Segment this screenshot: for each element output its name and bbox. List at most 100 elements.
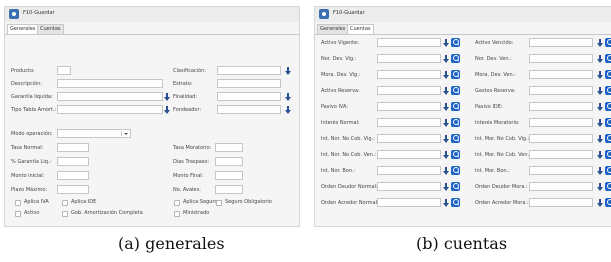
input-activo-vigente[interactable] xyxy=(377,38,441,47)
input-garantia-liq[interactable] xyxy=(57,157,89,166)
checkbox-aplica-iva[interactable] xyxy=(15,200,21,206)
input-mora-dev-vig[interactable] xyxy=(377,70,441,79)
lookup-arrow-icon[interactable] xyxy=(443,103,449,111)
search-icon[interactable] xyxy=(605,118,611,127)
lookup-arrow-icon[interactable] xyxy=(164,106,170,114)
lookup-arrow-icon[interactable] xyxy=(597,103,603,111)
search-icon[interactable] xyxy=(451,150,460,159)
search-icon[interactable] xyxy=(605,54,611,63)
input-orden-acredor-normal[interactable] xyxy=(377,198,441,207)
input-plazo-maximo[interactable] xyxy=(57,185,89,194)
input-producto[interactable] xyxy=(57,66,71,75)
input-monto-inicial[interactable] xyxy=(57,171,89,180)
lookup-arrow-icon[interactable] xyxy=(597,167,603,175)
input-orden-deudor-mora[interactable] xyxy=(529,182,593,191)
search-icon[interactable] xyxy=(451,166,460,175)
checkbox-seguro-obligatorio[interactable] xyxy=(216,200,222,206)
input-activo-reserva[interactable] xyxy=(377,86,441,95)
input-estrato[interactable] xyxy=(217,79,281,88)
search-icon[interactable] xyxy=(451,182,460,191)
input-int-nor-no-cob-vig[interactable] xyxy=(377,134,441,143)
lookup-arrow-icon[interactable] xyxy=(285,67,291,75)
lookup-arrow-icon[interactable] xyxy=(443,119,449,127)
search-icon[interactable] xyxy=(451,118,460,127)
input-descripcion[interactable] xyxy=(57,79,163,88)
input-finalidad[interactable] xyxy=(217,92,281,101)
search-icon[interactable] xyxy=(605,182,611,191)
input-int-nor-no-cob-ven[interactable] xyxy=(377,150,441,159)
search-icon[interactable] xyxy=(451,134,460,143)
checkbox-ministrado[interactable] xyxy=(174,211,180,217)
lookup-arrow-icon[interactable] xyxy=(164,93,170,101)
input-tasa-normal[interactable] xyxy=(57,143,89,152)
label-int-mor-no-cob-ven: Int. Mor. No Cob. Ven.: xyxy=(475,152,531,158)
search-icon[interactable] xyxy=(605,166,611,175)
search-icon[interactable] xyxy=(605,86,611,95)
search-icon[interactable] xyxy=(605,150,611,159)
checkbox-aplica-ide[interactable] xyxy=(62,200,68,206)
input-int-mor-no-cob-ven[interactable] xyxy=(529,150,593,159)
search-icon[interactable] xyxy=(605,134,611,143)
checkbox-aplica-seguro[interactable] xyxy=(174,200,180,206)
input-orden-acredor-mora[interactable] xyxy=(529,198,593,207)
lookup-arrow-icon[interactable] xyxy=(443,55,449,63)
input-tasa-moratorio[interactable] xyxy=(215,143,243,152)
lookup-arrow-icon[interactable] xyxy=(597,71,603,79)
input-interes-moratorio[interactable] xyxy=(529,118,593,127)
lookup-arrow-icon[interactable] xyxy=(443,87,449,95)
tab-cuentas[interactable]: Cuentas xyxy=(347,24,374,34)
lookup-arrow-icon[interactable] xyxy=(443,135,449,143)
modo-operacion-select[interactable] xyxy=(57,129,131,138)
lookup-arrow-icon[interactable] xyxy=(443,199,449,207)
lookup-arrow-icon[interactable] xyxy=(597,119,603,127)
input-monto-final[interactable] xyxy=(215,171,243,180)
input-dias-traspaso[interactable] xyxy=(215,157,243,166)
search-icon[interactable] xyxy=(451,198,460,207)
input-clasificacion[interactable] xyxy=(217,66,281,75)
input-nor-dev-vig[interactable] xyxy=(377,54,441,63)
input-int-mor-no-cob-vig[interactable] xyxy=(529,134,593,143)
lookup-arrow-icon[interactable] xyxy=(597,87,603,95)
search-icon[interactable] xyxy=(605,198,611,207)
tab-cuentas[interactable]: Cuentas xyxy=(37,24,64,34)
input-int-nor-bon[interactable] xyxy=(377,166,441,175)
input-no-avales[interactable] xyxy=(215,185,243,194)
search-icon[interactable] xyxy=(605,70,611,79)
input-pasivo-iva[interactable] xyxy=(377,102,441,111)
search-icon[interactable] xyxy=(451,70,460,79)
tab-generales[interactable]: Generales xyxy=(317,24,349,34)
input-garantia-liquida[interactable] xyxy=(57,92,163,101)
lookup-arrow-icon[interactable] xyxy=(285,106,291,114)
lookup-arrow-icon[interactable] xyxy=(443,71,449,79)
input-mora-dev-ven[interactable] xyxy=(529,70,593,79)
checkbox-activo[interactable] xyxy=(15,211,21,217)
search-icon[interactable] xyxy=(451,102,460,111)
lookup-arrow-icon[interactable] xyxy=(443,167,449,175)
input-int-mor-bon[interactable] xyxy=(529,166,593,175)
input-interes-normal[interactable] xyxy=(377,118,441,127)
input-orden-deudor-normal[interactable] xyxy=(377,182,441,191)
lookup-arrow-icon[interactable] xyxy=(597,39,603,47)
lookup-arrow-icon[interactable] xyxy=(443,183,449,191)
input-pasivo-ide[interactable] xyxy=(529,102,593,111)
input-fondeador[interactable] xyxy=(217,105,281,114)
lookup-arrow-icon[interactable] xyxy=(597,151,603,159)
lookup-arrow-icon[interactable] xyxy=(597,199,603,207)
lookup-arrow-icon[interactable] xyxy=(443,39,449,47)
input-gastos-reserva[interactable] xyxy=(529,86,593,95)
input-activo-vencido[interactable] xyxy=(529,38,593,47)
input-tipo-tabla-amort[interactable] xyxy=(57,105,163,114)
checkbox-gob-amortizacion-completa[interactable] xyxy=(62,211,68,217)
lookup-arrow-icon[interactable] xyxy=(597,183,603,191)
search-icon[interactable] xyxy=(451,54,460,63)
search-icon[interactable] xyxy=(451,86,460,95)
search-icon[interactable] xyxy=(605,102,611,111)
search-icon[interactable] xyxy=(605,38,611,47)
tab-generales[interactable]: Generales xyxy=(7,24,39,34)
lookup-arrow-icon[interactable] xyxy=(285,93,291,101)
input-nor-dev-ven[interactable] xyxy=(529,54,593,63)
lookup-arrow-icon[interactable] xyxy=(597,55,603,63)
lookup-arrow-icon[interactable] xyxy=(597,135,603,143)
search-icon[interactable] xyxy=(451,38,460,47)
lookup-arrow-icon[interactable] xyxy=(443,151,449,159)
